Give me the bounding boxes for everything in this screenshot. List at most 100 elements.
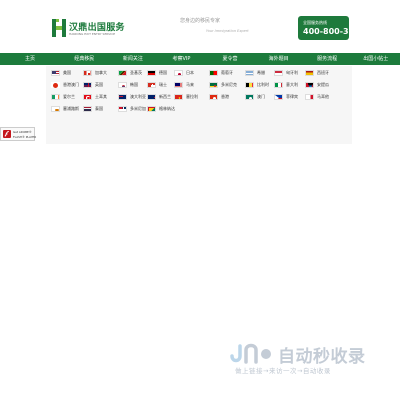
hk-flag-icon: [51, 82, 60, 88]
country-link[interactable]: 多米尼加: [118, 105, 146, 113]
country-name: 土耳其: [95, 94, 107, 99]
nav-item-tips[interactable]: 出国小帖士: [351, 53, 400, 65]
nav-item-summer-camp[interactable]: 夏令营: [206, 53, 255, 65]
slogan-en: Your Immigration Expert: [206, 29, 249, 33]
gd-flag-icon: [147, 106, 156, 112]
it-flag-icon: [274, 82, 283, 88]
es-flag-icon: [305, 70, 314, 76]
country-link[interactable]: 菲律宾: [274, 93, 298, 101]
country-link[interactable]: 希腊: [245, 69, 265, 77]
dm-flag-icon: [209, 82, 218, 88]
country-name: 葡萄牙: [221, 70, 233, 75]
tr-flag-icon: [83, 94, 92, 100]
nav-item-news[interactable]: 新闻关注: [109, 53, 158, 65]
country-name: 新西兰: [159, 94, 171, 99]
country-name: 格林纳达: [159, 106, 175, 111]
watermark-title: 自动秒收录: [278, 347, 366, 367]
country-link[interactable]: 塞拉利: [174, 93, 198, 101]
mo-flag-icon: [245, 94, 254, 100]
country-link[interactable]: 葡萄牙: [209, 69, 233, 77]
country-link[interactable]: 塞浦路斯: [51, 105, 79, 113]
country-link[interactable]: 安提瓜: [305, 81, 329, 89]
watermark-logo-icon: [230, 342, 276, 366]
kr-flag-icon: [118, 82, 127, 88]
country-link[interactable]: 圣基茨: [118, 69, 142, 77]
logo-subtitle: HANDING EXIT ENTRY SERVICE: [69, 32, 116, 36]
hk-region-flag-icon: [209, 94, 218, 100]
au-flag-icon: [118, 94, 127, 100]
country-link[interactable]: 澳大利亚: [118, 93, 146, 101]
country-name: 马耳他: [317, 94, 329, 99]
country-link[interactable]: 瑞士: [147, 81, 167, 89]
country-link[interactable]: 澳门: [245, 93, 265, 101]
country-name: 圣基茨: [130, 70, 142, 75]
country-link[interactable]: 日本: [174, 69, 194, 77]
country-name: 香港: [221, 94, 229, 99]
watermark-tagline: 做上链接→来访一次→自动收录: [235, 367, 331, 375]
nav-item-vip-tour[interactable]: 考察VIP: [157, 53, 206, 65]
country-link[interactable]: 多米尼克: [209, 81, 237, 89]
main-nav: 主页 经典移民 新闻关注 考察VIP 夏令营 海外题目 服务流程 出国小帖士: [0, 53, 400, 65]
country-link[interactable]: 加拿大: [83, 69, 107, 77]
country-name: 澳大利亚: [130, 94, 146, 99]
do-flag-icon: [118, 106, 127, 112]
us-flag-icon: [51, 70, 60, 76]
country-name: 比利时: [257, 82, 269, 87]
kn-flag-icon: [118, 70, 127, 76]
country-link[interactable]: 西班牙: [305, 69, 329, 77]
country-name: 英国: [95, 82, 103, 87]
country-link[interactable]: 香港澳门: [51, 81, 79, 89]
country-name: 多米尼加: [130, 106, 146, 111]
country-name: 希腊: [257, 70, 265, 75]
country-link[interactable]: 比利时: [245, 81, 269, 89]
country-link[interactable]: 匈牙利: [274, 69, 298, 77]
jp-flag-icon: [174, 70, 183, 76]
nav-item-classic-immigration[interactable]: 经典移民: [60, 53, 109, 65]
country-link[interactable]: 英国: [83, 81, 103, 89]
flash-player-placeholder[interactable]: Get ADOBE® FLASH® PLAYER: [0, 127, 37, 141]
country-link[interactable]: 韩国: [118, 81, 138, 89]
country-link[interactable]: 爱尔兰: [51, 93, 75, 101]
country-link[interactable]: 德国: [147, 69, 167, 77]
hotline-number: 400-800-3337: [303, 27, 366, 36]
flash-player-text: FLASH® PLAYER: [13, 135, 37, 139]
country-name: 意大利: [286, 82, 298, 87]
country-link[interactable]: 泰国: [83, 105, 103, 113]
country-name: 多米尼克: [221, 82, 237, 87]
ie-flag-icon: [51, 94, 60, 100]
logo-mark-icon: [52, 19, 66, 37]
flash-icon: [3, 130, 11, 138]
country-link[interactable]: 马来: [174, 81, 194, 89]
site-header: 汉鼎出国服务 HANDING EXIT ENTRY SERVICE 您身边的移民…: [0, 0, 400, 52]
country-name: 塞拉利: [186, 94, 198, 99]
country-name: 澳门: [257, 94, 265, 99]
nav-item-home[interactable]: 主页: [0, 53, 60, 65]
country-name: 德国: [159, 70, 167, 75]
country-link[interactable]: 美国: [51, 69, 71, 77]
nav-item-service-process[interactable]: 服务流程: [303, 53, 352, 65]
hotline-label: 全国服务热线: [303, 20, 327, 25]
country-link[interactable]: 土耳其: [83, 93, 107, 101]
ph-flag-icon: [274, 94, 283, 100]
country-name: 爱尔兰: [63, 94, 75, 99]
country-name: 安提瓜: [317, 82, 329, 87]
country-link[interactable]: 新西兰: [147, 93, 171, 101]
country-link[interactable]: 意大利: [274, 81, 298, 89]
mt-flag-icon: [305, 94, 314, 100]
country-link[interactable]: 香港: [209, 93, 229, 101]
th-flag-icon: [83, 106, 92, 112]
country-link[interactable]: 格林纳达: [147, 105, 175, 113]
gb-flag-icon: [83, 82, 92, 88]
slogan: 您身边的移民专家: [180, 18, 221, 24]
ch-flag-icon: [147, 82, 156, 88]
country-name: 西班牙: [317, 70, 329, 75]
nav-item-overseas[interactable]: 海外题目: [254, 53, 303, 65]
ag-flag-icon: [305, 82, 314, 88]
watermark: 自动秒收录 做上链接→来访一次→自动收录: [230, 340, 390, 376]
site-logo[interactable]: 汉鼎出国服务 HANDING EXIT ENTRY SERVICE: [52, 19, 125, 39]
country-name: 菲律宾: [286, 94, 298, 99]
country-link[interactable]: 马耳他: [305, 93, 329, 101]
country-name: 塞浦路斯: [63, 106, 79, 111]
be-flag-icon: [245, 82, 254, 88]
country-name: 美国: [63, 70, 71, 75]
